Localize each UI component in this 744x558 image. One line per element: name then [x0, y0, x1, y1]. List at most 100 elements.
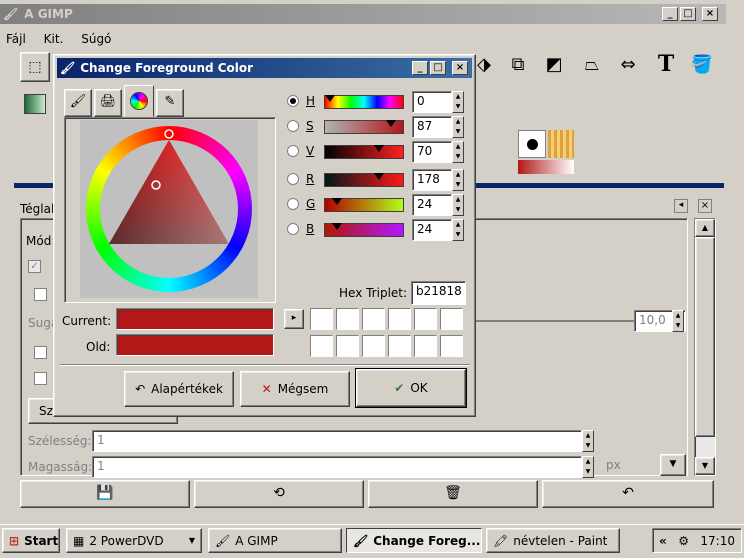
history-swatch[interactable] — [310, 335, 333, 357]
main-close-button[interactable]: × — [702, 7, 718, 21]
slider-g-marker[interactable] — [331, 198, 342, 205]
add-history-arrow-button[interactable]: ▸ — [284, 309, 304, 329]
tab-wheel-icon[interactable] — [124, 85, 154, 117]
slider-s-marker[interactable] — [385, 120, 396, 127]
slider-g[interactable] — [324, 198, 404, 212]
dialog-titlebar[interactable]: 🖌 Change Foreground Color — [57, 58, 472, 78]
dialog-close-button[interactable]: × — [452, 61, 468, 75]
brush-preview[interactable] — [518, 130, 546, 158]
width-spinner[interactable]: ▲ ▼ — [582, 430, 594, 452]
width-field[interactable]: 1 — [92, 430, 582, 452]
gradient-preview[interactable] — [518, 160, 574, 174]
input-b[interactable]: 24 — [412, 219, 452, 241]
start-button[interactable]: ⊞ Start — [2, 528, 60, 553]
taskbar-item-powerdvd[interactable]: ▦ 2 PowerDVD ▼ — [66, 528, 202, 553]
option-checkbox-1[interactable]: ✓ — [28, 260, 41, 273]
scroll-down-arrow[interactable]: ▼ — [695, 457, 715, 475]
ok-button[interactable]: ✔ OK — [355, 368, 467, 408]
input-s[interactable]: 87 — [412, 116, 452, 138]
cancel-button[interactable]: ✕ Mégsem — [240, 371, 350, 407]
dock-scrollbar[interactable]: ▲ ▼ — [694, 218, 716, 476]
spinner-v[interactable]: ▲ ▼ — [452, 141, 464, 163]
taskbar-item-paint[interactable]: 🖍 névtelen - Paint — [486, 528, 620, 553]
slider-h-marker[interactable] — [325, 95, 335, 102]
input-v[interactable]: 70 — [412, 141, 452, 163]
spinner-r[interactable]: ▲ ▼ — [452, 169, 464, 191]
history-swatch[interactable] — [414, 335, 437, 357]
height-field[interactable]: 1 — [92, 456, 582, 478]
history-swatch[interactable] — [310, 308, 333, 330]
option-checkbox-3[interactable] — [34, 346, 47, 359]
value-slider-track[interactable] — [476, 320, 636, 322]
slider-s[interactable] — [324, 120, 404, 134]
unit-dropdown-arrow[interactable]: ▼ — [660, 454, 686, 476]
tray-expand-icon[interactable]: « — [659, 534, 667, 548]
radio-h[interactable] — [287, 95, 299, 107]
slider-v-marker[interactable] — [374, 145, 384, 152]
history-swatch[interactable] — [362, 308, 385, 330]
hue-ring-triangle[interactable] — [80, 120, 258, 298]
slider-v[interactable] — [324, 145, 404, 159]
dialog-minimize-button[interactable]: _ — [412, 61, 428, 75]
slider-b[interactable] — [324, 223, 404, 237]
history-swatch[interactable] — [336, 308, 359, 330]
history-swatch[interactable] — [388, 308, 411, 330]
slider-h[interactable] — [324, 95, 404, 109]
reset-options-button[interactable]: ↶ — [542, 480, 714, 508]
input-g[interactable]: 24 — [412, 194, 452, 216]
perspective-tool-icon[interactable]: ⏢ — [578, 50, 606, 78]
scroll-thumb[interactable] — [695, 237, 715, 437]
spinner-g[interactable]: ▲ ▼ — [452, 194, 464, 216]
menu-help[interactable]: Súgó — [81, 32, 111, 46]
input-r[interactable]: 178 — [412, 169, 452, 191]
tab-printer-icon[interactable]: 🖨 — [94, 89, 122, 117]
history-swatch[interactable] — [414, 308, 437, 330]
main-titlebar[interactable]: 🖌 A GIMP — [0, 4, 726, 24]
option-checkbox-2[interactable] — [34, 288, 47, 301]
history-swatch[interactable] — [440, 335, 463, 357]
scroll-up-arrow[interactable]: ▲ — [695, 219, 715, 237]
menu-tools[interactable]: Kit. — [44, 32, 64, 46]
rect-select-tool-icon[interactable]: ⬚ — [20, 52, 50, 82]
restore-options-button[interactable]: ⟲ — [194, 480, 364, 508]
radio-r[interactable] — [287, 173, 299, 185]
save-options-button[interactable]: 💾 — [20, 480, 190, 508]
dialog-maximize-button[interactable]: □ — [430, 61, 446, 75]
crop-tool-icon[interactable]: ⧉ — [504, 50, 532, 78]
radio-g[interactable] — [287, 198, 299, 210]
value-spinner[interactable]: ▲ ▼ — [672, 310, 684, 332]
height-spinner[interactable]: ▲ ▼ — [582, 456, 594, 478]
taskbar-item-change-foreground[interactable]: 🖌 Change Foreg... — [346, 528, 482, 553]
pattern-preview[interactable] — [548, 130, 574, 158]
spinner-h[interactable]: ▲ ▼ — [452, 91, 464, 113]
rotate-tool-icon[interactable]: ◩ — [540, 50, 568, 78]
spinner-s[interactable]: ▲ ▼ — [452, 116, 464, 138]
main-minimize-button[interactable]: _ — [662, 7, 678, 21]
slider-r-marker[interactable] — [373, 173, 384, 180]
slider-r[interactable] — [324, 173, 404, 187]
menu-file[interactable]: Fájl — [6, 32, 26, 46]
input-h[interactable]: 0 — [412, 91, 452, 113]
taskbar-item-gimp[interactable]: 🖌 A GIMP — [208, 528, 342, 553]
dock-close-icon[interactable]: × — [698, 199, 712, 213]
unit-select[interactable]: px — [602, 456, 662, 478]
slider-b-marker[interactable] — [331, 223, 342, 230]
history-swatch[interactable] — [362, 335, 385, 357]
bucket-fill-tool-icon[interactable]: 🪣 — [688, 50, 716, 78]
tab-paint-icon[interactable]: 🖌 — [64, 89, 92, 117]
history-swatch[interactable] — [388, 335, 411, 357]
option-checkbox-4[interactable] — [34, 372, 47, 385]
spinner-b[interactable]: ▲ ▼ — [452, 219, 464, 241]
delete-options-button[interactable]: 🗑 — [368, 480, 538, 508]
radio-s[interactable] — [287, 120, 299, 132]
radio-b[interactable] — [287, 223, 299, 235]
history-swatch[interactable] — [336, 335, 359, 357]
hex-input[interactable]: b21818 — [411, 281, 466, 305]
gradient-tool-icon[interactable] — [24, 94, 46, 114]
text-tool-icon[interactable]: T — [652, 50, 680, 78]
defaults-button[interactable]: ↶ Alapértékek — [124, 371, 234, 407]
tab-brush-icon[interactable]: ✎ — [156, 89, 184, 117]
history-swatch[interactable] — [440, 308, 463, 330]
main-maximize-button[interactable]: □ — [680, 7, 696, 21]
flip-tool-icon[interactable]: ⇔ — [614, 50, 642, 78]
